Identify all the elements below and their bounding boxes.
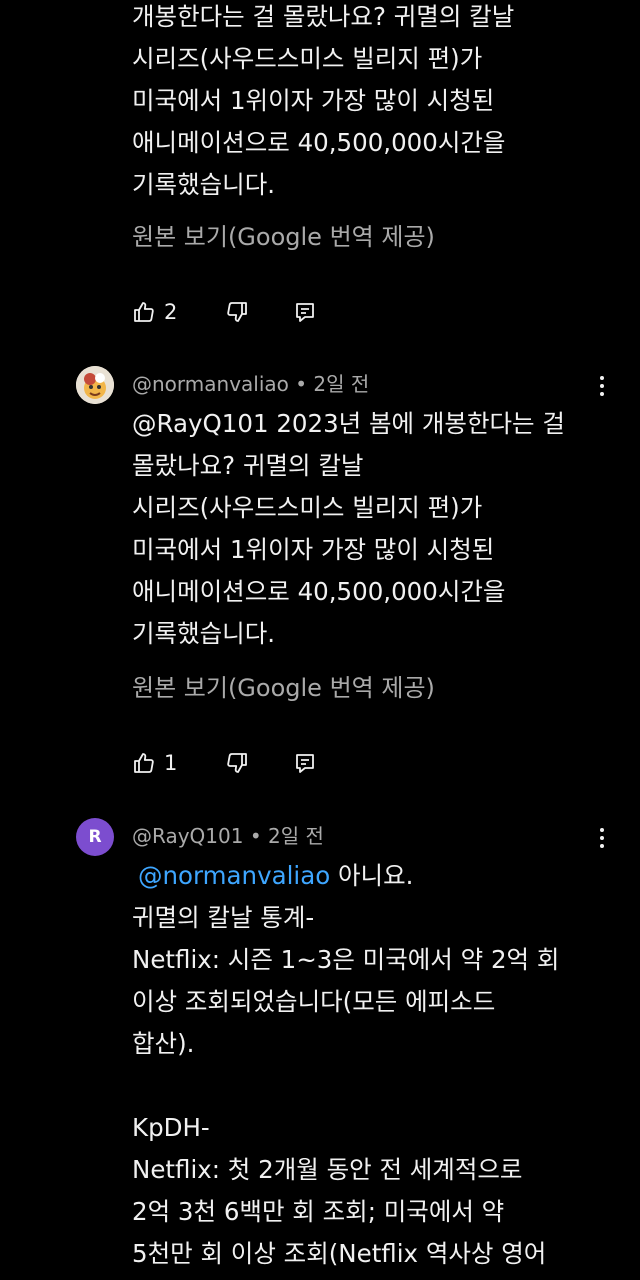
dislike-icon: [227, 302, 248, 322]
comment-1-reply-button[interactable]: [293, 300, 317, 324]
comment-1-actions: 2: [132, 297, 351, 327]
comment-2-like-count: 1: [164, 751, 178, 775]
comment-3-meta: @RayQ101 • 2일 전: [132, 823, 324, 849]
avatar-image: [76, 366, 114, 404]
like-icon: [134, 302, 154, 322]
comment-author[interactable]: @RayQ101: [132, 824, 243, 848]
mention-trailing-text: 아니요.: [330, 861, 414, 890]
comment-2-more-button[interactable]: [590, 372, 614, 402]
comment-2-actions: 1: [132, 748, 351, 778]
comment-3-more-button[interactable]: [590, 824, 614, 854]
comment-1-like-count: 2: [164, 300, 178, 324]
reply-icon: [296, 754, 315, 773]
comment-2-like-button[interactable]: 1: [132, 751, 177, 775]
comment-author[interactable]: @normanvaliao: [132, 372, 289, 396]
avatar[interactable]: [76, 366, 114, 404]
like-icon: [134, 753, 154, 773]
avatar-letter: R: [88, 827, 102, 847]
comment-2-text: @RayQ101 2023년 봄에 개봉한다는 걸 몰랐나요? 귀멸의 칼날 시…: [132, 409, 565, 648]
mention-link[interactable]: @normanvaliao: [138, 861, 330, 890]
comment-1-like-button[interactable]: 2: [132, 300, 177, 324]
comment-3-text: 귀멸의 칼날 통계- Netflix: 시즌 1~3은 미국에서 약 2억 회 …: [132, 903, 560, 1268]
comment-1-text: 개봉한다는 걸 몰랐나요? 귀멸의 칼날 시리즈(사우드스미스 빌리지 편)가 …: [132, 2, 515, 199]
dislike-icon: [227, 753, 248, 773]
avatar[interactable]: R: [76, 818, 114, 856]
comment-2-dislike-button[interactable]: [225, 751, 249, 775]
more-vert-icon: [590, 828, 614, 848]
comment-2-translate-link[interactable]: 원본 보기(Google 번역 제공): [132, 673, 435, 703]
comment-1-translate-link[interactable]: 원본 보기(Google 번역 제공): [132, 222, 435, 252]
reply-icon: [296, 303, 315, 322]
comment-1-dislike-button[interactable]: [225, 300, 249, 324]
more-vert-icon: [590, 376, 614, 396]
comment-time: • 2일 전: [295, 372, 370, 396]
comment-time: • 2일 전: [249, 824, 324, 848]
comment-3-first-line: @normanvaliao 아니요.: [138, 855, 618, 897]
comment-2-reply-button[interactable]: [293, 751, 317, 775]
comment-2-meta: @normanvaliao • 2일 전: [132, 371, 369, 397]
